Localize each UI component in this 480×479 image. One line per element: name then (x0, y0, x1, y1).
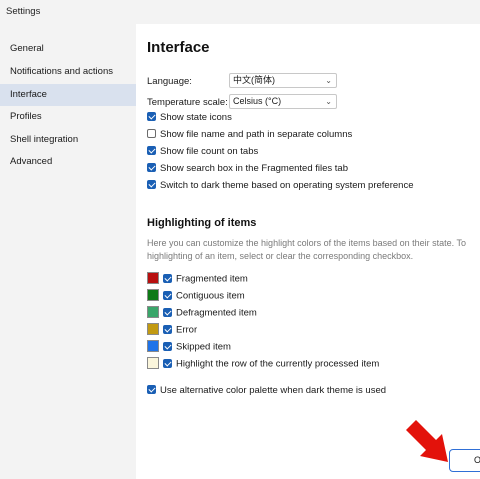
checkbox[interactable] (147, 162, 156, 172)
checkbox[interactable] (147, 145, 156, 155)
option-label: Show file name and path in separate colu… (160, 129, 353, 140)
checkbox[interactable] (163, 307, 172, 317)
option-label: Use alternative color palette when dark … (160, 385, 387, 396)
option-label: Show file count on tabs (160, 146, 259, 157)
sidebar-item-profiles[interactable]: Profiles (0, 106, 136, 128)
highlight-label: Fragmented item (176, 273, 248, 285)
sidebar-item-advanced[interactable]: Advanced (0, 151, 136, 173)
sidebar-item-general[interactable]: General (0, 38, 136, 60)
language-label: Language: (147, 76, 192, 87)
highlight-label: Defragmented item (176, 307, 257, 319)
checkbox[interactable] (163, 324, 172, 334)
sidebar-item-shell-integration[interactable]: Shell integration (0, 129, 136, 151)
highlight-label: Error (176, 324, 198, 336)
highlight-label: Highlight the row of the currently proce… (176, 358, 380, 370)
title-bar: Settings (0, 0, 480, 24)
option-show-state-icons[interactable]: Show state icons (147, 111, 232, 126)
checkbox[interactable] (147, 384, 156, 394)
window-title: Settings (6, 6, 41, 17)
option-label: Show search box in the Fragmented files … (160, 163, 348, 174)
checkbox[interactable] (163, 358, 172, 368)
option-label: Switch to dark theme based on operating … (160, 180, 414, 191)
option-label: Show state icons (160, 112, 232, 123)
color-swatch[interactable] (147, 289, 159, 301)
temperature-label: Temperature scale: (147, 97, 228, 108)
checkbox[interactable] (163, 273, 172, 283)
arrow-icon (406, 420, 448, 462)
highlight-fragmented[interactable]: Fragmented item (147, 272, 248, 287)
highlight-error[interactable]: Error (147, 323, 198, 338)
option-search-box[interactable]: Show search box in the Fragmented files … (147, 162, 348, 177)
highlight-defragmented[interactable]: Defragmented item (147, 306, 257, 321)
highlight-contiguous[interactable]: Contiguous item (147, 289, 245, 304)
highlighting-title: Highlighting of items (147, 217, 257, 229)
language-value: 中文(简体) (233, 75, 275, 85)
sidebar-item-notifications[interactable]: Notifications and actions (0, 61, 136, 83)
page-title: Interface (147, 39, 210, 56)
checkbox[interactable] (147, 179, 156, 189)
option-file-count-tabs[interactable]: Show file count on tabs (147, 145, 259, 160)
sidebar: General Notifications and actions Interf… (0, 24, 136, 479)
description-line: highlighting of an item, select or clear… (147, 250, 414, 261)
option-separate-columns[interactable]: Show file name and path in separate colu… (147, 128, 353, 143)
color-swatch[interactable] (147, 323, 159, 335)
checkbox[interactable] (147, 111, 156, 121)
highlight-label: Contiguous item (176, 290, 245, 302)
checkbox[interactable] (147, 128, 156, 138)
checkbox[interactable] (163, 290, 172, 300)
color-swatch[interactable] (147, 272, 159, 284)
temperature-value: Celsius (°C) (233, 96, 282, 106)
temperature-select[interactable]: Celsius (°C) ⌄ (229, 94, 337, 109)
color-swatch[interactable] (147, 357, 159, 369)
checkbox[interactable] (163, 341, 172, 351)
highlight-skipped[interactable]: Skipped item (147, 340, 231, 355)
highlighting-description: Here you can customize the highlight col… (147, 237, 480, 262)
color-swatch[interactable] (147, 340, 159, 352)
option-alt-palette[interactable]: Use alternative color palette when dark … (147, 384, 387, 399)
sidebar-item-interface[interactable]: Interface (0, 84, 136, 106)
description-line: Here you can customize the highlight col… (147, 238, 467, 248)
language-select[interactable]: 中文(简体) ⌄ (229, 73, 337, 88)
highlight-current-row[interactable]: Highlight the row of the currently proce… (147, 357, 380, 372)
option-dark-theme[interactable]: Switch to dark theme based on operating … (147, 179, 414, 194)
chevron-down-icon: ⌄ (325, 97, 332, 106)
color-swatch[interactable] (147, 306, 159, 318)
settings-panel: Interface Language: 中文(简体) ⌄ Temperature… (136, 24, 480, 479)
highlight-label: Skipped item (176, 341, 231, 353)
chevron-down-icon: ⌄ (325, 76, 332, 85)
